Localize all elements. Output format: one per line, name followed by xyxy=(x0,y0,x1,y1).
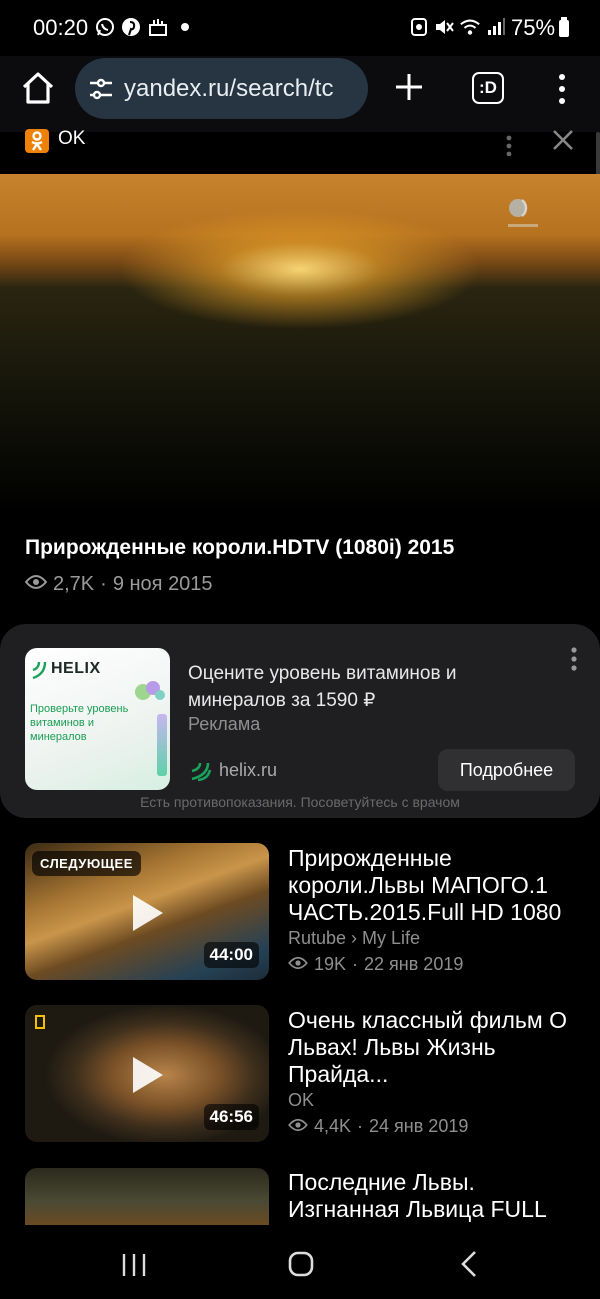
wifi-icon xyxy=(459,16,481,38)
pinterest-icon xyxy=(120,16,142,38)
source-label: OK xyxy=(58,128,86,149)
helix-logo-icon xyxy=(31,660,47,680)
more-menu-icon[interactable] xyxy=(550,72,574,106)
url-text[interactable]: yandex.ru/search/tc xyxy=(124,75,362,105)
play-icon xyxy=(133,1057,163,1093)
related-source[interactable]: Rutube › My Life xyxy=(288,928,420,949)
mute-icon xyxy=(433,16,455,38)
related-title[interactable]: Очень классный фильм О Львах! Львы Жизнь… xyxy=(288,1007,588,1088)
video-title[interactable]: Прирожденные короли.HDTV (1080i) 2015 xyxy=(25,536,454,560)
related-thumbnail[interactable] xyxy=(25,1168,269,1225)
related-meta: 4,4K · 24 янв 2019 xyxy=(288,1116,468,1137)
channel-logo-icon xyxy=(35,1015,45,1029)
view-count: 2,7K xyxy=(53,573,95,595)
signal-icon xyxy=(485,16,507,38)
eye-icon xyxy=(24,573,48,596)
ad-details-button[interactable]: Подробнее xyxy=(438,749,575,791)
more-options-icon[interactable] xyxy=(504,134,514,157)
view-count: 4,4K xyxy=(314,1116,352,1136)
helix-favicon-icon xyxy=(188,759,212,783)
channel-logo-icon xyxy=(506,196,546,232)
eye-icon xyxy=(288,954,308,975)
view-count: 19K xyxy=(314,954,347,974)
home-nav-icon[interactable] xyxy=(287,1250,315,1278)
ad-brand: HELIX xyxy=(51,660,101,677)
notification-icon xyxy=(147,16,169,38)
battery-percent: 75% xyxy=(511,15,556,40)
home-icon[interactable] xyxy=(18,68,58,108)
video-duration: 44:00 xyxy=(203,942,259,968)
related-meta: 19K · 22 янв 2019 xyxy=(288,954,463,975)
separator: · xyxy=(352,954,359,974)
ad-image-text: Проверьте уровень витаминов и минералов xyxy=(30,703,129,743)
ad-disclaimer: Есть противопоказания. Посоветуйтесь с в… xyxy=(140,794,460,810)
video-duration: 46:56 xyxy=(203,1104,259,1130)
separator: · xyxy=(100,573,107,595)
battery-icon xyxy=(553,16,575,38)
tab-switcher-button[interactable]: :D xyxy=(472,72,504,104)
related-title[interactable]: Последние Львы. Изгнанная Львица FULL xyxy=(288,1169,588,1225)
ad-title[interactable]: Оцените уровень витаминов и минералов за… xyxy=(188,660,488,714)
site-settings-icon[interactable] xyxy=(88,77,114,101)
back-icon[interactable] xyxy=(458,1250,480,1278)
separator: · xyxy=(357,1116,364,1136)
play-icon xyxy=(133,895,163,931)
whatsapp-icon xyxy=(94,16,116,38)
next-badge: СЛЕДУЮЩЕЕ xyxy=(32,851,141,876)
ok-logo-icon xyxy=(25,129,49,153)
ad-label: Реклама xyxy=(188,714,261,734)
new-tab-icon[interactable] xyxy=(392,70,426,104)
video-meta: 2,7K · 9 ноя 2015 xyxy=(24,573,213,596)
related-thumbnail[interactable]: 46:56 xyxy=(25,1005,269,1142)
dot-icon xyxy=(174,16,196,38)
recent-apps-icon[interactable] xyxy=(121,1252,147,1278)
publish-date: 22 янв 2019 xyxy=(364,954,464,974)
status-bar xyxy=(0,0,600,56)
screenshot-icon xyxy=(408,16,430,38)
status-time: 00:20 xyxy=(33,15,89,40)
publish-date: 9 ноя 2015 xyxy=(112,573,213,595)
related-source[interactable]: OK xyxy=(288,1090,314,1111)
related-title[interactable]: Прирожденные короли.Львы МАПОГО.1 ЧАСТЬ.… xyxy=(288,845,588,926)
eye-icon xyxy=(288,1116,308,1137)
close-icon[interactable] xyxy=(551,128,575,152)
ad-more-icon[interactable] xyxy=(569,646,579,672)
publish-date: 24 янв 2019 xyxy=(369,1116,469,1136)
ad-domain[interactable]: helix.ru xyxy=(219,760,277,781)
